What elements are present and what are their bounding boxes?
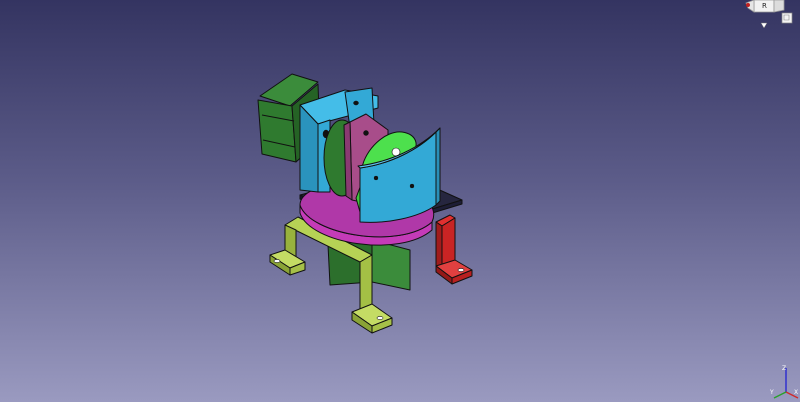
- x-axis-label: X: [794, 389, 798, 396]
- y-axis-line: [773, 391, 787, 399]
- y-axis-label: Y: [769, 389, 774, 396]
- navcube-rotate-icon[interactable]: [746, 3, 750, 7]
- navcube-menu-arrow-icon[interactable]: [760, 22, 768, 29]
- navcube-view-menu-icon[interactable]: [781, 12, 793, 24]
- cad-model[interactable]: [0, 0, 800, 402]
- navcube-face-label: R: [762, 2, 767, 10]
- stand-leg-right[interactable]: [435, 214, 473, 285]
- axis-cross-icon: Z X Y: [768, 362, 800, 402]
- z-axis-label: Z: [782, 365, 786, 372]
- navigation-cube[interactable]: R: [740, 0, 800, 40]
- 3d-viewport[interactable]: R Z X Y: [0, 0, 800, 402]
- navcube-side-face[interactable]: [773, 0, 785, 13]
